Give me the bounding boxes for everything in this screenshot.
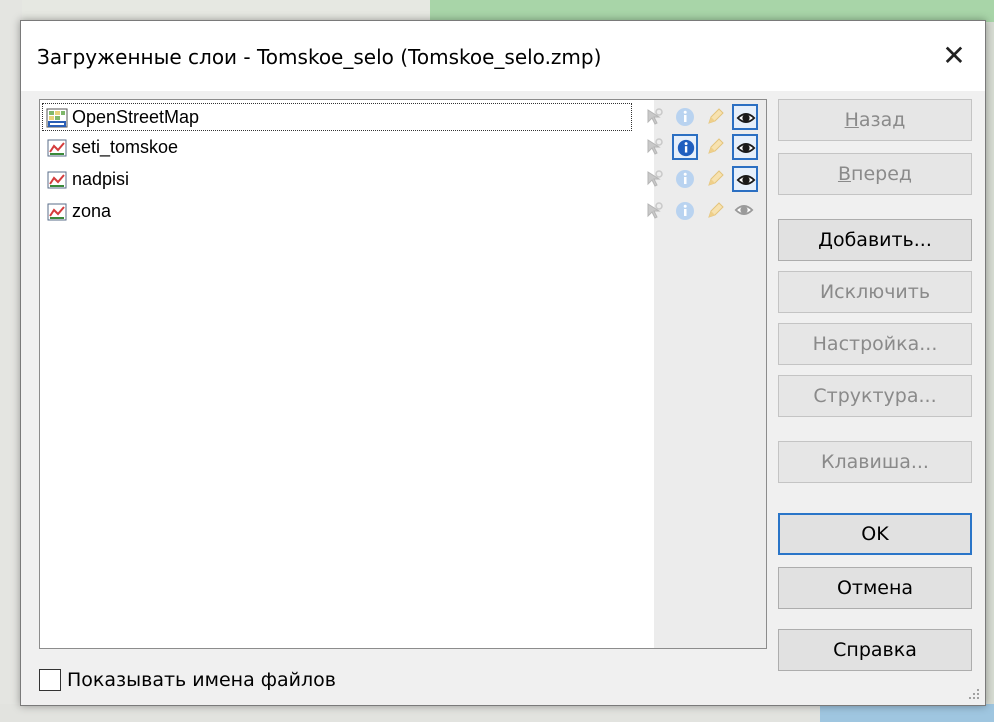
- layer-info-toggle[interactable]: [672, 134, 698, 160]
- layer-info-toggle[interactable]: [672, 104, 698, 130]
- forward-button-label: перед: [851, 163, 913, 185]
- layer-name: seti_tomskoe: [72, 137, 179, 157]
- resize-grip-icon[interactable]: [967, 687, 981, 701]
- pencil-icon: [708, 202, 724, 218]
- layer-settings-button[interactable]: Настройка...: [778, 323, 972, 365]
- layer-state-icons: [642, 198, 762, 224]
- exclude-layer-button[interactable]: Исключить: [778, 271, 972, 313]
- layer-edit-toggle[interactable]: [642, 104, 668, 130]
- help-button[interactable]: Справка: [778, 629, 972, 671]
- layer-name-cell[interactable]: zona: [42, 197, 632, 225]
- back-button-mnemonic: Н: [844, 109, 859, 131]
- hotkey-button[interactable]: Клавиша...: [778, 441, 972, 483]
- layer-name: OpenStreetMap: [72, 107, 200, 127]
- layer-row-openstreetmap[interactable]: OpenStreetMap: [42, 102, 766, 132]
- info-icon: [676, 108, 694, 126]
- layer-visibility-toggle[interactable]: [732, 134, 758, 160]
- vector-layer-icon: [47, 171, 67, 189]
- pencil-icon: [708, 108, 724, 124]
- layer-state-icons: [642, 134, 762, 160]
- close-button[interactable]: ✕: [937, 39, 971, 73]
- close-icon: ✕: [942, 39, 966, 72]
- info-icon: [676, 202, 694, 220]
- edit-pointer-icon: [647, 170, 663, 187]
- layer-structure-button[interactable]: Структура...: [778, 375, 972, 417]
- layer-info-toggle[interactable]: [672, 166, 698, 192]
- layer-state-icons: [642, 166, 762, 192]
- forward-button-mnemonic: В: [837, 163, 852, 185]
- eye-icon: [736, 143, 756, 153]
- layer-edit-toggle[interactable]: [642, 134, 668, 160]
- layer-name-cell[interactable]: OpenStreetMap: [42, 103, 632, 131]
- edit-pointer-icon: [647, 202, 663, 219]
- map-background-green-area: [430, 0, 994, 22]
- layer-edit-toggle[interactable]: [642, 166, 668, 192]
- edit-pointer-icon: [647, 108, 663, 125]
- pencil-icon: [708, 138, 724, 154]
- cancel-button[interactable]: Отмена: [778, 567, 972, 609]
- back-button-label: азад: [858, 109, 906, 131]
- add-layer-button[interactable]: Добавить...: [778, 219, 972, 261]
- map-background-water: [820, 704, 994, 722]
- layer-row-seti-tomskoe[interactable]: seti_tomskoe: [42, 132, 766, 162]
- vector-layer-icon: [47, 203, 67, 221]
- raster-layer-icon: [46, 108, 68, 128]
- vector-layer-icon: [47, 139, 67, 157]
- loaded-layers-dialog: Загруженные слои - Tomskoe_selo (Tomskoe…: [20, 20, 986, 706]
- layer-label-toggle[interactable]: [702, 198, 728, 224]
- layer-row-zona[interactable]: zona: [42, 196, 766, 226]
- layer-label-toggle[interactable]: [702, 104, 728, 130]
- layer-info-toggle[interactable]: [672, 198, 698, 224]
- info-icon: [676, 170, 694, 188]
- map-background-left: [0, 0, 22, 722]
- back-button[interactable]: Назад: [778, 99, 972, 141]
- layer-edit-toggle[interactable]: [642, 198, 668, 224]
- pencil-icon: [708, 170, 724, 186]
- layer-list[interactable]: OpenStreetMap seti_tomskoe nadpisi zona: [39, 99, 767, 649]
- edit-pointer-icon: [647, 138, 663, 155]
- layer-visibility-toggle[interactable]: [732, 104, 758, 130]
- layer-label-toggle[interactable]: [702, 134, 728, 160]
- eye-icon: [736, 175, 756, 185]
- dialog-titlebar[interactable]: Загруженные слои - Tomskoe_selo (Tomskoe…: [21, 21, 985, 91]
- info-icon: [677, 139, 695, 157]
- layer-row-nadpisi[interactable]: nadpisi: [42, 164, 766, 194]
- layer-state-icons: [642, 104, 762, 130]
- dialog-title: Загруженные слои - Tomskoe_selo (Tomskoe…: [37, 45, 602, 69]
- layer-label-toggle[interactable]: [702, 166, 728, 192]
- layer-visibility-toggle[interactable]: [732, 166, 758, 192]
- layer-visibility-toggle[interactable]: [732, 198, 758, 224]
- show-file-names-label: Показывать имена файлов: [67, 669, 336, 691]
- eye-icon: [734, 205, 754, 215]
- layer-name-cell[interactable]: nadpisi: [42, 165, 632, 193]
- layer-name: zona: [72, 201, 112, 221]
- forward-button[interactable]: Вперед: [778, 153, 972, 195]
- layer-name: nadpisi: [72, 169, 130, 189]
- ok-button[interactable]: OK: [778, 513, 972, 555]
- show-file-names-checkbox[interactable]: [39, 669, 61, 691]
- layer-name-cell[interactable]: seti_tomskoe: [42, 133, 632, 161]
- eye-icon: [736, 113, 756, 123]
